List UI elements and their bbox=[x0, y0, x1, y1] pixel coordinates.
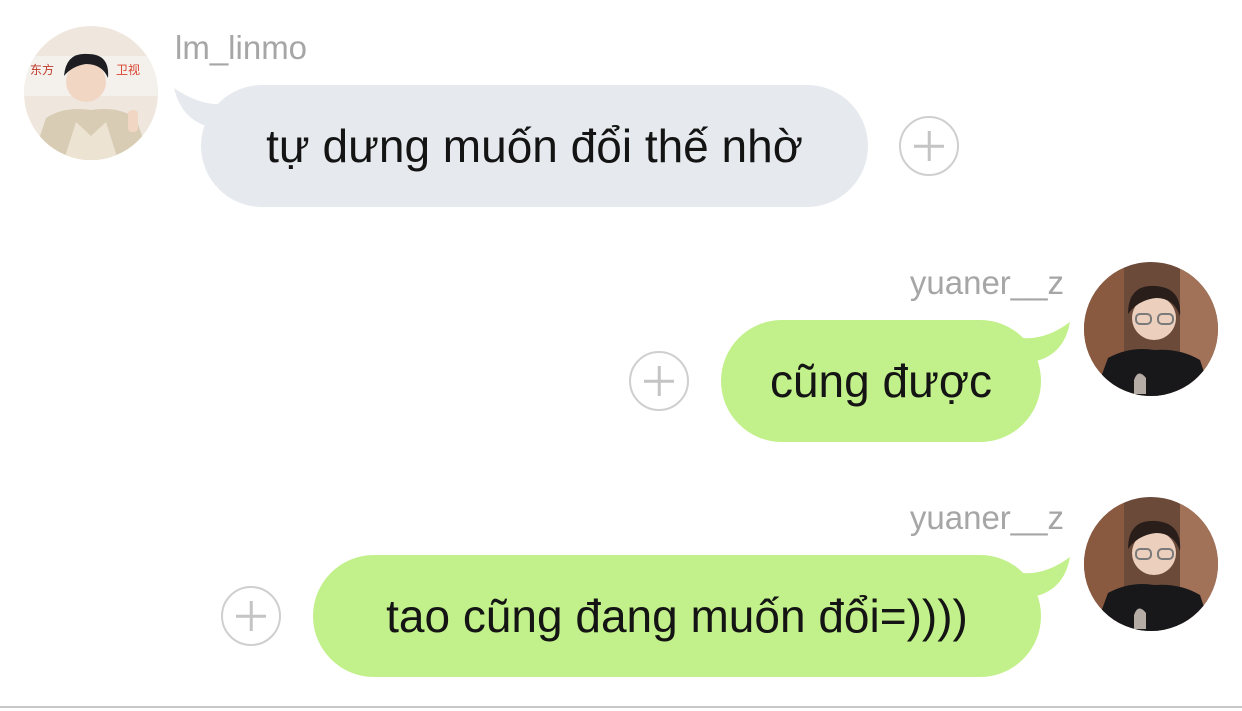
sender-name-yuaner-z: yuaner__z bbox=[909, 499, 1064, 536]
avatar-lm-linmo[interactable]: 东方 卫视 bbox=[24, 26, 158, 160]
message-bubble-incoming[interactable]: tự dưng muốn đổi thế nhờ bbox=[201, 85, 868, 207]
message-bubble-outgoing[interactable]: cũng được bbox=[721, 320, 1041, 442]
svg-text:卫视: 卫视 bbox=[116, 62, 140, 77]
message-bubble-outgoing[interactable]: tao cũng đang muốn đổi=)))) bbox=[313, 555, 1041, 677]
avatar-yuaner-z[interactable] bbox=[1084, 497, 1218, 631]
sender-name-lm-linmo: lm_linmo bbox=[175, 29, 308, 66]
add-reaction-button[interactable] bbox=[221, 586, 281, 646]
message-text: tao cũng đang muốn đổi=)))) bbox=[386, 590, 968, 642]
avatar-yuaner-z[interactable] bbox=[1084, 262, 1218, 396]
avatar-photo-icon: 东方 卫视 bbox=[24, 26, 158, 160]
avatar-photo-icon bbox=[1084, 262, 1218, 396]
message-text: cũng được bbox=[769, 355, 993, 407]
add-reaction-button[interactable] bbox=[629, 351, 689, 411]
sender-name-yuaner-z: yuaner__z bbox=[909, 264, 1064, 301]
chat-thread: 东方 卫视 lm_linmo tự dưng muốn đổi thế nhờ … bbox=[0, 0, 1242, 711]
message-text: tự dưng muốn đổi thế nhờ bbox=[266, 120, 803, 172]
add-reaction-button[interactable] bbox=[899, 116, 959, 176]
svg-text:东方: 东方 bbox=[30, 62, 54, 77]
avatar-photo-icon bbox=[1084, 497, 1218, 631]
bottom-divider bbox=[0, 706, 1242, 708]
